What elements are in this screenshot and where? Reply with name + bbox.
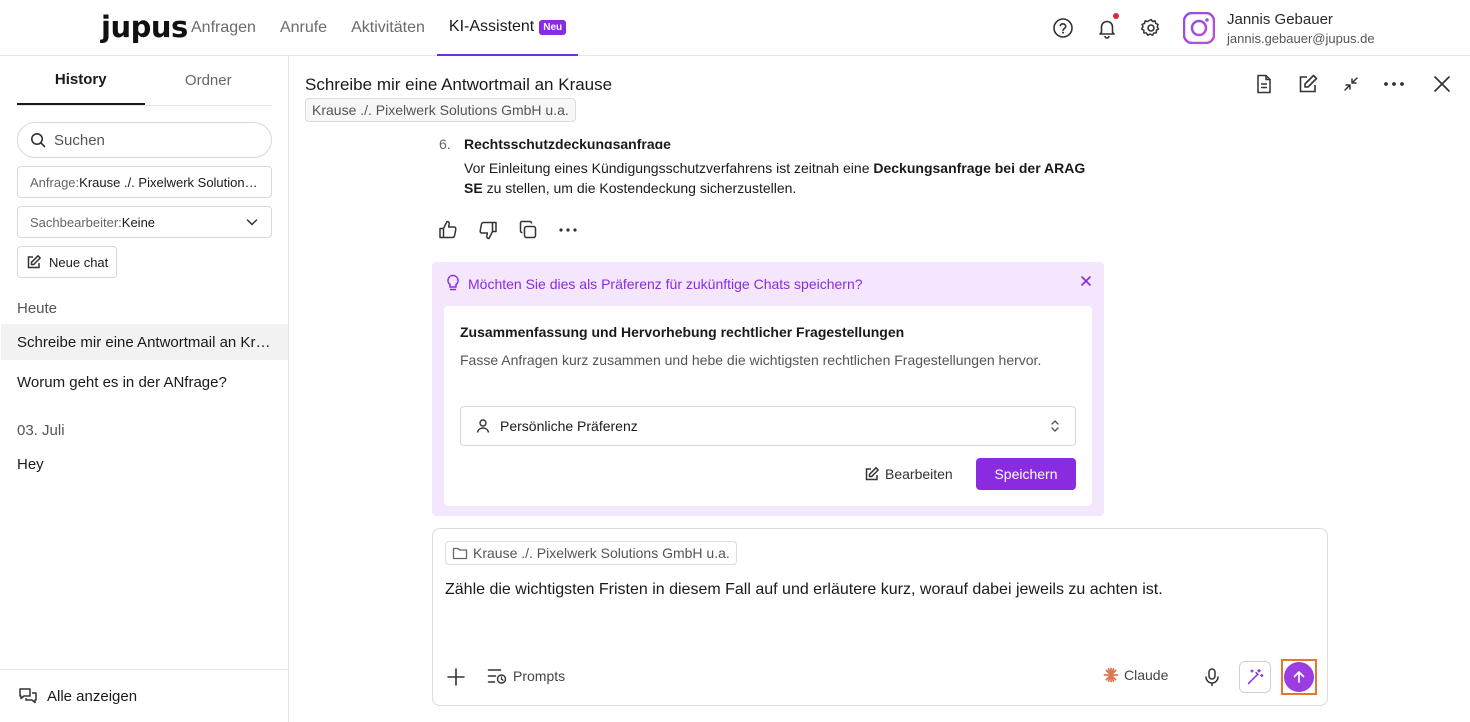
chat-bubbles-icon [18,686,38,706]
message-actions [437,219,579,241]
preference-scope-select[interactable]: Persönliche Präferenz [460,406,1076,446]
prompts-label: Prompts [513,668,566,684]
bell-icon[interactable] [1096,13,1119,39]
filter-value: Keine [121,214,156,230]
tab-history[interactable]: History [17,56,145,105]
chevron-down-icon [245,215,259,229]
close-icon[interactable] [1080,275,1092,287]
section-today: Heute [17,300,58,317]
new-badge: Neu [539,19,567,35]
history-item-label: Hey [17,455,44,473]
search-icon [30,132,46,148]
preference-scope-value: Persönliche Präferenz [500,418,638,434]
edit-label: Bearbeiten [885,466,953,482]
arrow-up-icon [1292,670,1306,684]
nav-label: KI-Assistent [448,18,535,35]
edit-preference-button[interactable]: Bearbeiten [864,458,953,490]
send-button-circle [1284,662,1314,692]
nav-aktivitaeten[interactable]: Aktivitäten [339,0,437,56]
claude-icon [1103,667,1119,683]
message-input[interactable]: Zähle die wichtigsten Fristen in diesem … [445,581,1305,651]
chevron-up-down-icon [1049,418,1061,434]
help-icon[interactable] [1052,17,1074,39]
nav-label: Anfragen [191,19,256,36]
more-icon[interactable] [557,219,579,241]
case-tag-label: Krause ./. Pixelwerk Solutions GmbH u.a. [312,102,569,118]
history-item[interactable]: Hey [1,446,288,482]
edit-icon [26,254,42,270]
anfrage-filter[interactable]: Anfrage: Krause ./. Pixelwerk Solutions.… [17,166,272,198]
user-avatar[interactable] [1183,12,1215,44]
magic-wand-icon [1246,668,1264,686]
filter-value: Krause ./. Pixelwerk Solutions... [79,174,259,190]
microphone-icon[interactable] [1201,666,1223,688]
more-icon[interactable] [1383,73,1405,95]
message-text: Vor Einleitung eines Kündigungsschutzver… [464,160,874,176]
nav-label: Anrufe [279,19,328,36]
model-label: Claude [1124,667,1169,683]
search-box [17,122,272,158]
list-number: 6. [439,136,451,152]
send-button[interactable] [1281,659,1317,695]
tab-ordner[interactable]: Ordner [145,56,273,105]
plus-icon[interactable] [445,666,467,688]
model-selector[interactable]: Claude [1103,667,1168,683]
new-chat-label: Neue chat [49,254,109,270]
new-chat-button[interactable]: Neue chat [17,246,118,278]
user-email: jannis.gebauer@jupus.de [1227,31,1375,46]
document-icon[interactable] [1253,73,1275,95]
message-body: Vor Einleitung eines Kündigungsschutzver… [464,158,1094,198]
sidebar-tabs: History Ordner [17,56,272,106]
sachbearbeiter-filter[interactable]: Sachbearbeiter: Keine [17,206,272,238]
magic-wand-button[interactable] [1239,661,1271,693]
main-nav: Anfragen Anrufe Aktivitäten KI-Assistent… [179,0,579,56]
prompts-button[interactable]: Prompts [487,667,565,685]
filter-label: Anfrage: [30,174,80,190]
gear-icon[interactable] [1140,17,1162,39]
top-bar: jupus Anfragen Anrufe Aktivitäten KI-Ass… [0,0,1470,56]
list-history-icon [487,667,507,685]
jupus-logo[interactable]: jupus [101,12,188,42]
sidebar: History Ordner Anfrage: Krause ./. Pixel… [0,56,289,722]
filter-label: Sachbearbeiter: [30,214,122,230]
folder-icon [452,546,468,560]
edit-icon[interactable] [1297,73,1319,95]
show-all-label: Alle anzeigen [47,687,138,705]
thumbs-up-icon[interactable] [437,219,459,241]
nav-ki-assistent[interactable]: KI-Assistent Neu [436,0,579,56]
search-input[interactable] [54,131,244,149]
section-date: 03. Juli [17,422,65,439]
chat-title: Schreibe mir eine Antwortmail an Krause [305,75,613,94]
copy-icon[interactable] [517,219,539,241]
history-item-label: Schreibe mir eine Antwortmail an Krause [17,333,272,351]
nav-anrufe[interactable]: Anrufe [268,0,339,56]
history-item-label: Worum geht es in der ANfrage? [17,373,227,391]
preference-question: Möchten Sie dies als Präferenz für zukün… [468,276,863,292]
preference-content: Zusammenfassung und Hervorhebung rechtli… [444,306,1092,506]
message-heading: Rechtsschutzdeckungsanfrage [464,136,671,149]
minimize-icon[interactable] [1340,73,1362,95]
composer-case-tag[interactable]: Krause ./. Pixelwerk Solutions GmbH u.a. [445,541,737,565]
lightbulb-icon [445,274,461,292]
close-icon[interactable] [1431,73,1453,95]
thumbs-down-icon[interactable] [477,219,499,241]
preference-description: Fasse Anfragen kurz zusammen und hebe di… [460,352,1042,368]
message-text: zu stellen, um die Kostendeckung sicherz… [482,180,797,196]
case-tag-label: Krause ./. Pixelwerk Solutions GmbH u.a. [473,545,730,561]
user-icon [475,418,491,434]
history-item[interactable]: Schreibe mir eine Antwortmail an Krause [1,324,288,360]
case-tag[interactable]: Krause ./. Pixelwerk Solutions GmbH u.a. [305,98,576,122]
preference-title: Zusammenfassung und Hervorhebung rechtli… [460,324,905,340]
nav-anfragen[interactable]: Anfragen [179,0,268,56]
edit-icon [864,466,880,482]
save-preference-button[interactable]: Speichern [976,458,1076,490]
history-item[interactable]: Worum geht es in der ANfrage? [1,364,288,400]
preference-card: Möchten Sie dies als Präferenz für zukün… [432,262,1104,516]
show-all-button[interactable]: Alle anzeigen [0,669,288,722]
nav-label: Aktivitäten [351,19,425,36]
message-composer: Krause ./. Pixelwerk Solutions GmbH u.a.… [432,528,1328,706]
notification-dot [1113,13,1119,19]
user-name: Jannis Gebauer [1227,11,1333,28]
